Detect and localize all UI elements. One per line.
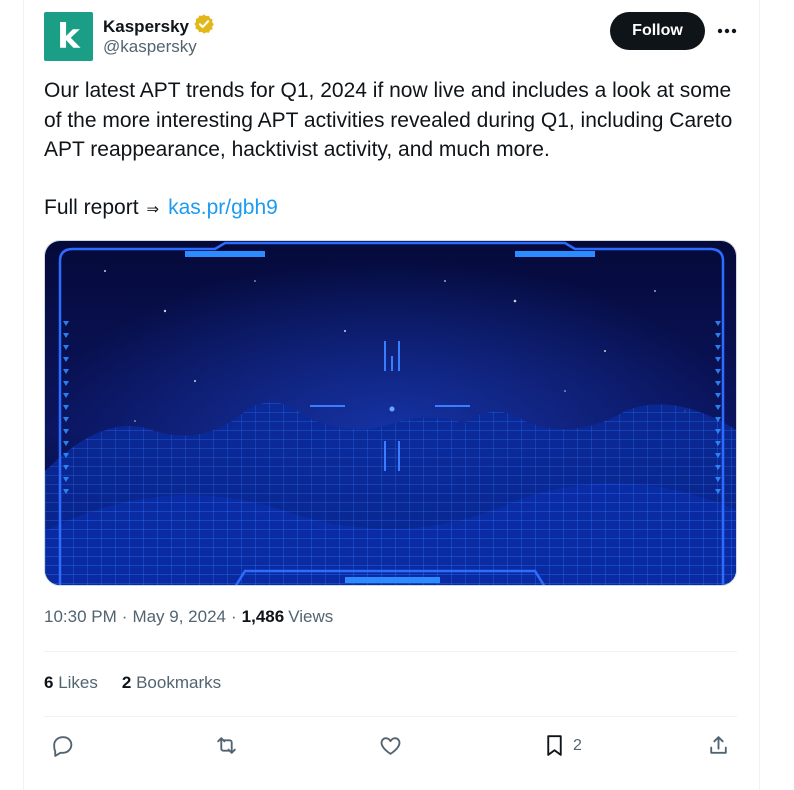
tweet-meta: 10:30 PM · May 9, 2024 · 1,486 Views	[44, 607, 333, 627]
heart-icon	[380, 737, 401, 755]
views-count: 1,486	[241, 607, 285, 626]
bookmark-button[interactable]: 2	[542, 733, 582, 758]
share-button[interactable]	[706, 733, 731, 758]
meta-separator: ·	[231, 607, 237, 626]
reply-icon	[53, 736, 73, 757]
tweet-date[interactable]: May 9, 2024	[132, 607, 226, 627]
avatar[interactable]: k	[44, 12, 93, 61]
bookmark-count: 2	[573, 736, 582, 754]
divider	[44, 716, 737, 717]
divider	[44, 651, 737, 652]
engagement-stats: 6 Likes 2 Bookmarks	[44, 673, 221, 693]
reply-button[interactable]	[50, 733, 75, 758]
avatar-letter: k	[57, 16, 80, 57]
cyber-landscape-illustration	[45, 241, 736, 585]
repost-button[interactable]	[214, 733, 239, 758]
author-name-row: Kaspersky	[103, 13, 215, 40]
likes-stat[interactable]: 6 Likes	[44, 673, 98, 693]
tweet-text: Our latest APT trends for Q1, 2024 if no…	[44, 79, 733, 161]
report-label: Full report	[44, 196, 139, 219]
handle[interactable]: @kaspersky	[103, 37, 197, 57]
meta-separator: ·	[121, 607, 128, 626]
follow-button[interactable]: Follow	[610, 12, 705, 50]
likes-count: 6	[44, 673, 54, 692]
views-label: Views	[288, 607, 334, 626]
tweet-time[interactable]: 10:30 PM	[44, 607, 117, 627]
share-icon	[710, 736, 727, 754]
arrow-icon: ⇒	[146, 200, 160, 218]
more-options-icon[interactable]	[716, 20, 738, 42]
display-name[interactable]: Kaspersky	[103, 17, 189, 37]
bookmarks-stat[interactable]: 2 Bookmarks	[122, 673, 221, 693]
likes-label: Likes	[58, 673, 98, 692]
bookmark-icon	[547, 735, 562, 756]
tweet-media-image[interactable]	[44, 240, 737, 586]
bookmarks-count: 2	[121, 673, 132, 692]
verified-badge-icon	[193, 13, 215, 40]
like-button[interactable]	[378, 733, 403, 758]
bookmarks-label: Bookmarks	[136, 673, 222, 692]
report-link[interactable]: kas.pr/gbh9	[168, 193, 278, 222]
report-row: Full report ⇒ kas.pr/gbh9	[44, 193, 278, 222]
repost-icon	[217, 737, 236, 754]
